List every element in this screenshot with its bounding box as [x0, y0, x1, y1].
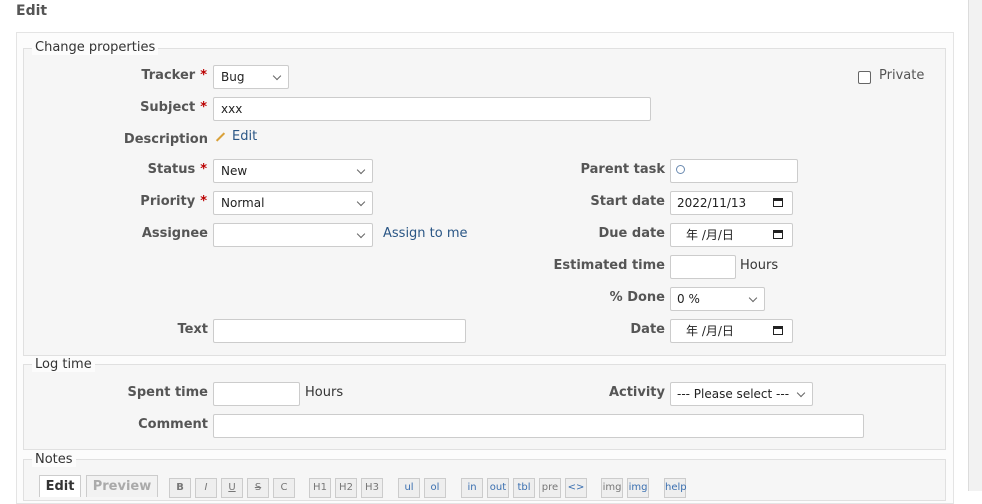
tracker-label: Tracker * [141, 68, 207, 83]
underline-button[interactable]: U [221, 478, 243, 498]
h2-button[interactable]: H2 [335, 478, 357, 498]
tab-edit[interactable]: Edit [39, 475, 81, 497]
indent-button[interactable]: in [461, 478, 483, 498]
estimated-time-input[interactable] [670, 255, 736, 279]
comment-input[interactable] [213, 414, 864, 438]
subject-input[interactable]: xxx [213, 97, 651, 121]
code-highlight-button[interactable]: <> [565, 478, 587, 498]
priority-select[interactable]: Normal [213, 191, 373, 215]
parent-task-input[interactable] [670, 159, 798, 183]
comment-label: Comment [138, 417, 208, 432]
image-button[interactable]: img [601, 478, 623, 498]
estimated-time-label: Estimated time [553, 258, 665, 273]
subject-label: Subject * [140, 100, 207, 115]
spent-time-label: Spent time [127, 385, 208, 400]
unordered-list-button[interactable]: ul [398, 478, 420, 498]
bold-button[interactable]: B [169, 478, 191, 498]
code-button[interactable]: C [273, 478, 295, 498]
spent-time-unit: Hours [305, 385, 344, 400]
tab-preview[interactable]: Preview [86, 475, 158, 497]
pencil-icon [215, 131, 226, 142]
calendar-icon[interactable] [773, 326, 783, 335]
help-button[interactable]: help [664, 478, 687, 498]
activity-label: Activity [608, 385, 665, 400]
italic-button[interactable]: I [195, 478, 217, 498]
image-upload-button[interactable]: img [627, 478, 649, 498]
status-select[interactable]: New [213, 159, 373, 183]
log-time-legend: Log time [32, 357, 95, 372]
pre-button[interactable]: pre [539, 478, 561, 498]
date-label: Date [630, 322, 665, 337]
calendar-icon[interactable] [773, 230, 783, 239]
spent-time-input[interactable] [213, 382, 300, 406]
date-input[interactable]: 年 /月/日 [670, 319, 793, 343]
description-edit-link[interactable]: Edit [215, 125, 257, 149]
start-date-input[interactable]: 2022/11/13 [670, 191, 793, 215]
h3-button[interactable]: H3 [361, 478, 383, 498]
calendar-icon[interactable] [773, 198, 783, 207]
outdent-button[interactable]: out [487, 478, 509, 498]
priority-label: Priority * [140, 194, 207, 209]
done-label: % Done [609, 290, 665, 305]
assignee-label: Assignee [141, 226, 208, 241]
magnifier-icon [676, 165, 685, 174]
parent-task-label: Parent task [580, 162, 665, 177]
due-date-label: Due date [598, 226, 666, 241]
private-label: Private [879, 68, 925, 83]
start-date-label: Start date [590, 194, 665, 209]
page-title: Edit [16, 3, 48, 19]
activity-select[interactable]: --- Please select --- [670, 382, 813, 406]
assignee-select[interactable] [213, 223, 373, 247]
text-input[interactable] [213, 319, 466, 343]
change-properties-legend: Change properties [32, 40, 159, 55]
notes-legend: Notes [32, 452, 76, 467]
private-checkbox[interactable] [858, 71, 871, 84]
assign-to-me-link[interactable]: Assign to me [383, 222, 468, 246]
done-select[interactable]: 0 % [670, 287, 765, 311]
text-label: Text [177, 322, 208, 337]
h1-button[interactable]: H1 [309, 478, 331, 498]
tracker-select[interactable]: Bug [213, 65, 289, 89]
strike-button[interactable]: S [247, 478, 269, 498]
description-label: Description [123, 132, 208, 147]
table-button[interactable]: tbl [513, 478, 535, 498]
status-label: Status * [147, 162, 207, 177]
notes-fieldset [23, 459, 946, 501]
page-scrollbar[interactable] [968, 0, 982, 491]
due-date-input[interactable]: 年 /月/日 [670, 223, 793, 247]
ordered-list-button[interactable]: ol [424, 478, 446, 498]
estimated-time-unit: Hours [740, 258, 779, 273]
